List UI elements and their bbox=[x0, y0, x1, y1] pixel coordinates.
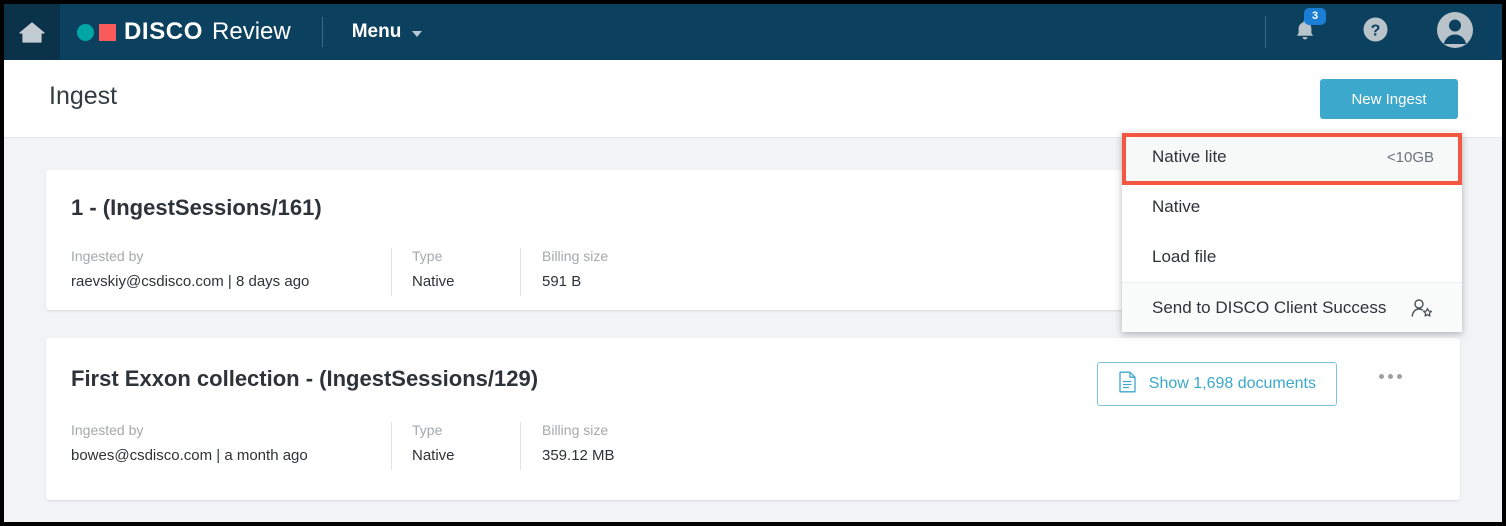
logo-dot-icon bbox=[77, 23, 94, 41]
menu-label: Menu bbox=[351, 21, 402, 42]
meta-value: Native bbox=[412, 273, 455, 290]
meta-billing-size: Billing size 359.12 MB bbox=[521, 422, 742, 464]
page-header: Ingest New Ingest bbox=[4, 60, 1502, 138]
meta-label: Type bbox=[412, 248, 443, 264]
card-metadata-row: Ingested by bowes@csdisco.com | a month … bbox=[71, 422, 742, 470]
dropdown-item-native[interactable]: Native bbox=[1122, 182, 1462, 232]
meta-value: raevskiy@csdisco.com | 8 days ago bbox=[71, 273, 310, 290]
brand-name: DISCO bbox=[124, 18, 204, 45]
page-title: Ingest bbox=[49, 82, 118, 110]
card-metadata-row: Ingested by raevskiy@csdisco.com | 8 day… bbox=[71, 248, 742, 296]
more-options-icon[interactable] bbox=[1379, 374, 1402, 379]
dropdown-item-label: Native bbox=[1152, 197, 1201, 216]
person-star-icon bbox=[1410, 297, 1434, 319]
meta-value: Native bbox=[412, 447, 455, 464]
user-avatar-icon bbox=[1436, 11, 1474, 54]
meta-value: 359.12 MB bbox=[542, 447, 615, 464]
top-navigation-bar: DISCO Review Menu 3 ? bbox=[4, 4, 1502, 60]
meta-label: Type bbox=[412, 422, 443, 438]
card-title: First Exxon collection - (IngestSessions… bbox=[71, 366, 539, 391]
dropdown-item-send-to-client-success[interactable]: Send to DISCO Client Success bbox=[1122, 282, 1462, 332]
help-circle-icon: ? bbox=[1362, 16, 1389, 48]
meta-ingested-by: Ingested by raevskiy@csdisco.com | 8 day… bbox=[71, 248, 391, 290]
document-icon bbox=[1118, 371, 1137, 398]
ingest-session-card[interactable]: First Exxon collection - (IngestSessions… bbox=[46, 338, 1460, 500]
brand-product: Review bbox=[212, 18, 291, 45]
app-window: DISCO Review Menu 3 ? Ingest New Ingest … bbox=[0, 0, 1506, 526]
dropdown-item-label: Native lite bbox=[1152, 147, 1227, 166]
notification-badge: 3 bbox=[1304, 7, 1326, 25]
dropdown-item-load-file[interactable]: Load file bbox=[1122, 232, 1462, 282]
user-avatar-button[interactable] bbox=[1436, 11, 1474, 54]
new-ingest-button[interactable]: New Ingest bbox=[1320, 79, 1458, 119]
home-button[interactable] bbox=[4, 4, 60, 60]
chevron-down-icon bbox=[412, 30, 423, 37]
show-documents-button[interactable]: Show 1,698 documents bbox=[1096, 362, 1337, 406]
meta-value: 591 B bbox=[542, 273, 582, 290]
dropdown-item-hint: <10GB bbox=[1386, 148, 1434, 166]
card-title: 1 - (IngestSessions/161) bbox=[71, 195, 322, 220]
nav-divider bbox=[321, 17, 323, 47]
dropdown-item-label: Load file bbox=[1152, 247, 1217, 266]
dropdown-item-native-lite[interactable]: Native lite <10GB bbox=[1122, 132, 1462, 182]
meta-label: Billing size bbox=[542, 248, 609, 264]
menu-dropdown-button[interactable]: Menu bbox=[352, 21, 423, 43]
new-ingest-dropdown-menu: Native lite <10GB Native Load file Send … bbox=[1122, 132, 1462, 332]
meta-type: Type Native bbox=[392, 422, 520, 464]
help-button[interactable]: ? bbox=[1362, 16, 1389, 48]
meta-label: Billing size bbox=[542, 422, 609, 438]
dropdown-item-label: Send to DISCO Client Success bbox=[1152, 297, 1387, 317]
home-icon bbox=[19, 20, 45, 44]
meta-value: bowes@csdisco.com | a month ago bbox=[71, 447, 308, 464]
svg-text:?: ? bbox=[1371, 23, 1381, 40]
topbar-right-group: 3 ? bbox=[1265, 4, 1502, 60]
logo-square-icon bbox=[99, 23, 116, 41]
show-documents-label: Show 1,698 documents bbox=[1148, 375, 1316, 392]
meta-type: Type Native bbox=[392, 248, 520, 290]
meta-billing-size: Billing size 591 B bbox=[521, 248, 742, 290]
brand-logo[interactable]: DISCO Review bbox=[77, 18, 291, 46]
meta-label: Ingested by bbox=[71, 422, 144, 438]
meta-label: Ingested by bbox=[71, 248, 144, 264]
meta-ingested-by: Ingested by bowes@csdisco.com | a month … bbox=[71, 422, 391, 464]
topbar-right-divider bbox=[1265, 16, 1266, 48]
notifications-button[interactable]: 3 bbox=[1294, 7, 1326, 47]
